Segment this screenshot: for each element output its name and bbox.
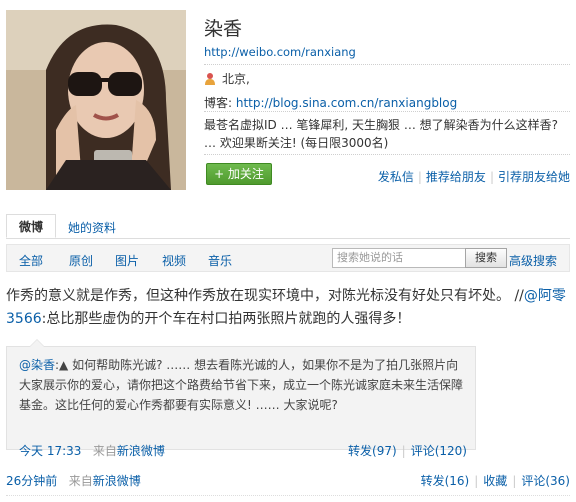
separator: | — [474, 474, 479, 488]
quote-source-link[interactable]: 新浪微博 — [117, 444, 165, 458]
profile-name: 染香 — [204, 18, 243, 40]
blog-label: 博客: — [204, 96, 233, 110]
avatar-photo — [6, 10, 186, 190]
divider — [6, 495, 570, 496]
location-text: 北京, — [222, 72, 250, 86]
post-source-prefix: 来自 — [68, 474, 93, 488]
recommend-to-friend-link[interactable]: 推荐给朋友 — [426, 170, 486, 184]
separator: | — [512, 474, 517, 488]
quote-text: @染香:▲ 如何帮助陈光诚? …… 想去看陈光诚的人，如果你不是为了拍几张照片向… — [19, 355, 467, 415]
quote-arrow — [29, 339, 45, 347]
bio-line-1: 最苍名虚拟ID … 笔锋犀利, 天生胸狠 … 想了解染香为什么这样香? — [204, 118, 559, 132]
post-meta: 26分钟前 来自新浪微博 — [6, 472, 141, 489]
person-icon — [205, 73, 215, 85]
filter-images[interactable]: 图片 — [115, 252, 139, 269]
post-body-rest: :总比那些虚伪的开个车在村口拍两张照片就跑的人强得多！ — [41, 311, 411, 327]
bio-line-2: … 欢迎果断关注! (每日限3000名) — [204, 136, 389, 150]
profile-location: 北京, — [204, 70, 250, 87]
repost-link[interactable]: 转发(16) — [421, 474, 470, 488]
post-source-link[interactable]: 新浪微博 — [93, 474, 141, 488]
post-actions: 转发(16) | 收藏 | 评论(36) — [421, 472, 570, 489]
quote-meta: 今天 17:33 来自新浪微博 — [19, 442, 165, 459]
quote-source-prefix: 来自 — [92, 444, 117, 458]
profile-avatar[interactable] — [6, 10, 186, 190]
profile-tabs: 微博 她的资料 — [6, 214, 570, 239]
quote-time-link[interactable]: 今天 17:33 — [19, 444, 81, 458]
separator: | — [401, 444, 406, 458]
filter-all[interactable]: 全部 — [19, 252, 43, 269]
quote-repost-link[interactable]: 转发(97) — [348, 444, 397, 458]
post-text: 作秀的意义就是作秀，但这种作秀放在现实环境中，对陈光标没有好处只有坏处。 //@… — [6, 285, 572, 331]
separator: | — [489, 170, 494, 184]
send-message-link[interactable]: 发私信 — [378, 170, 414, 184]
quote-actions: 转发(97) | 评论(120) — [348, 442, 467, 459]
advanced-search-link[interactable]: 高级搜索 — [509, 252, 557, 269]
favorite-link[interactable]: 收藏 — [483, 474, 507, 488]
search-button[interactable]: 搜索 — [465, 248, 507, 268]
blog-link[interactable]: http://blog.sina.com.cn/ranxiangblog — [236, 96, 457, 110]
post-time-link[interactable]: 26分钟前 — [6, 474, 57, 488]
divider — [204, 64, 570, 65]
profile-url-link[interactable]: http://weibo.com/ranxiang — [204, 45, 356, 59]
filter-original[interactable]: 原创 — [69, 252, 93, 269]
separator: | — [417, 170, 422, 184]
filter-video[interactable]: 视频 — [162, 252, 186, 269]
comment-link[interactable]: 评论(36) — [521, 474, 570, 488]
divider — [204, 154, 570, 155]
follow-button[interactable]: + 加关注 — [206, 163, 272, 185]
quote-body: :▲ 如何帮助陈光诚? …… 想去看陈光诚的人，如果你不是为了拍几张照片向大家展… — [19, 358, 464, 412]
quote-author-link[interactable]: @染香 — [19, 358, 55, 372]
profile-bio: 最苍名虚拟ID … 笔锋犀利, 天生胸狠 … 想了解染香为什么这样香? … 欢迎… — [204, 116, 576, 152]
profile-actions: 发私信 | 推荐给朋友 | 引荐朋友给她 — [378, 168, 570, 185]
introduce-friend-link[interactable]: 引荐朋友给她 — [498, 170, 570, 184]
profile-blog: 博客: http://blog.sina.com.cn/ranxiangblog — [204, 94, 457, 111]
post-body: 作秀的意义就是作秀，但这种作秀放在现实环境中，对陈光标没有好处只有坏处。 // — [6, 288, 524, 304]
tab-profile-info[interactable]: 她的资料 — [68, 219, 116, 236]
filter-bar: 全部 原创 图片 视频 音乐 搜索她说的话 搜索 高级搜索 — [6, 244, 570, 272]
divider — [204, 111, 570, 112]
search-input[interactable]: 搜索她说的话 — [332, 248, 470, 268]
reposted-quote: @染香:▲ 如何帮助陈光诚? …… 想去看陈光诚的人，如果你不是为了拍几张照片向… — [6, 339, 476, 458]
filter-music[interactable]: 音乐 — [208, 252, 232, 269]
quote-comment-link[interactable]: 评论(120) — [411, 444, 467, 458]
tab-weibo[interactable]: 微博 — [6, 214, 56, 238]
